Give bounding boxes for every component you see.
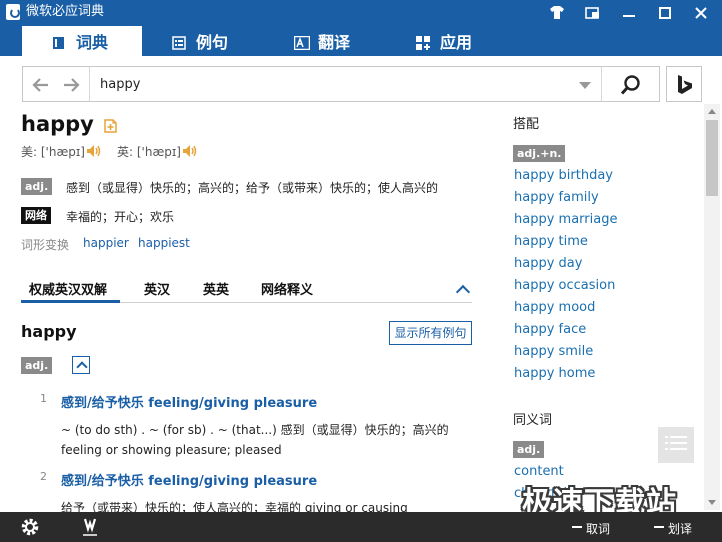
translate-toggle[interactable]: 划译 bbox=[668, 520, 692, 537]
scroll-up-icon[interactable] bbox=[708, 109, 716, 114]
book-icon bbox=[52, 35, 66, 49]
tab-label: 应用 bbox=[440, 33, 473, 52]
tab-label: 词典 bbox=[76, 33, 109, 52]
bottom-bar: 取词 划译 bbox=[0, 512, 722, 542]
search-input[interactable] bbox=[89, 67, 559, 101]
speaker-icon[interactable] bbox=[182, 144, 198, 158]
word-forms-label: 词形变换 bbox=[21, 238, 70, 252]
close-icon[interactable] bbox=[686, 2, 716, 24]
show-all-examples-button[interactable]: 显示所有例句 bbox=[389, 321, 472, 345]
tab-apps[interactable]: 应用 bbox=[416, 26, 516, 56]
headword: happy bbox=[21, 112, 94, 136]
tab-translate[interactable]: 翻译 bbox=[293, 26, 394, 56]
collocation-link[interactable]: happy mood bbox=[514, 300, 595, 315]
collocation-link[interactable]: happy day bbox=[514, 256, 582, 271]
minimize-icon[interactable] bbox=[614, 2, 644, 24]
collocation-link[interactable]: happy occasion bbox=[514, 278, 615, 293]
web-badge: 网络 bbox=[21, 207, 51, 224]
list-icon bbox=[665, 436, 687, 450]
collocation-link[interactable]: happy time bbox=[514, 234, 588, 249]
pos-badge: adj. bbox=[21, 357, 53, 374]
subtab-en-en[interactable]: 英英 bbox=[203, 279, 229, 298]
add-to-wordbook-icon[interactable] bbox=[104, 117, 119, 133]
scrollbar-thumb[interactable] bbox=[706, 120, 718, 196]
collocation-link[interactable]: happy marriage bbox=[514, 212, 617, 227]
search-button[interactable] bbox=[601, 67, 659, 101]
synonym-pos-badge: adj. bbox=[513, 441, 545, 458]
subtab-web[interactable]: 网络释义 bbox=[261, 279, 313, 298]
sense-heading: 感到/给予快乐 feeling/giving pleasure bbox=[61, 396, 318, 411]
apps-icon bbox=[416, 35, 430, 50]
synonym-link[interactable]: content bbox=[514, 464, 564, 479]
tab-label: 例句 bbox=[196, 33, 229, 52]
collocation-link[interactable]: happy smile bbox=[514, 344, 593, 359]
vertical-scrollbar[interactable] bbox=[704, 104, 720, 510]
list-icon bbox=[172, 35, 186, 50]
settings-gear-icon[interactable] bbox=[20, 517, 40, 537]
pronunciation-uk: 英: ['hæpɪ] bbox=[117, 145, 181, 159]
miniwindow-icon[interactable] bbox=[578, 2, 608, 24]
app-title: 微软必应词典 bbox=[26, 4, 105, 19]
collocations-heading: 搭配 bbox=[513, 117, 540, 132]
subtab-authoritative[interactable]: 权威英汉双解 bbox=[29, 279, 107, 298]
sense-example: ~ (to do sth) . ~ (for sb) . ~ (that...)… bbox=[61, 423, 449, 457]
bing-button[interactable] bbox=[666, 66, 702, 102]
collapse-toggle-icon[interactable] bbox=[72, 356, 90, 374]
synonyms-heading: 同义词 bbox=[513, 413, 553, 428]
maximize-icon[interactable] bbox=[650, 2, 680, 24]
collocation-link[interactable]: happy birthday bbox=[514, 168, 613, 183]
back-arrow-icon[interactable] bbox=[31, 75, 51, 95]
sense-number: 1 bbox=[40, 392, 47, 405]
title-bar: 微软必应词典 词典 例句 翻译 应用 bbox=[0, 0, 722, 56]
speaker-icon[interactable] bbox=[86, 144, 102, 158]
translate-icon bbox=[293, 35, 311, 50]
collocation-pos-badge: adj.+n. bbox=[513, 145, 566, 162]
pronunciation-us: 美: ['hæpɪ] bbox=[21, 145, 85, 159]
chevron-up-icon[interactable] bbox=[455, 284, 471, 300]
sense-number: 2 bbox=[40, 470, 47, 483]
search-bar bbox=[22, 66, 660, 102]
lookup-toggle[interactable]: 取词 bbox=[586, 520, 610, 537]
bing-logo-icon bbox=[678, 75, 692, 94]
wordbook-icon[interactable] bbox=[80, 517, 100, 537]
skin-icon[interactable] bbox=[542, 2, 572, 24]
pos-badge: adj. bbox=[21, 178, 53, 195]
tab-dictionary[interactable]: 词典 bbox=[22, 26, 142, 56]
subtab-active-indicator bbox=[21, 300, 120, 303]
collocation-link[interactable]: happy family bbox=[514, 190, 599, 205]
tab-examples[interactable]: 例句 bbox=[172, 26, 272, 56]
word-form-link[interactable]: happier bbox=[83, 236, 129, 250]
word-form-link[interactable]: happiest bbox=[138, 236, 190, 250]
sense-example: 给予（或带来）快乐的；使人高兴的；幸福的 giving or causing bbox=[61, 501, 408, 512]
collocation-link[interactable]: happy home bbox=[514, 366, 595, 381]
subtab-en-cn[interactable]: 英汉 bbox=[144, 279, 170, 298]
app-logo-icon bbox=[6, 4, 20, 20]
lookup-toggle-icon bbox=[572, 526, 582, 528]
definition-text: 感到（或显得）快乐的；高兴的；给予（或带来）快乐的；使人高兴的 bbox=[66, 181, 439, 195]
translate-toggle-icon bbox=[654, 526, 664, 528]
history-dropdown-icon[interactable] bbox=[579, 82, 591, 89]
sense-heading: 感到/给予快乐 feeling/giving pleasure bbox=[61, 474, 318, 489]
collocation-link[interactable]: happy face bbox=[514, 322, 586, 337]
forward-arrow-icon[interactable] bbox=[61, 75, 81, 95]
definition-text: 幸福的；开心；欢乐 bbox=[66, 210, 175, 224]
tab-label: 翻译 bbox=[318, 33, 351, 52]
scroll-down-icon[interactable] bbox=[708, 500, 716, 505]
outline-list-button[interactable] bbox=[658, 427, 694, 463]
section-word: happy bbox=[21, 322, 77, 341]
search-icon bbox=[620, 75, 640, 95]
